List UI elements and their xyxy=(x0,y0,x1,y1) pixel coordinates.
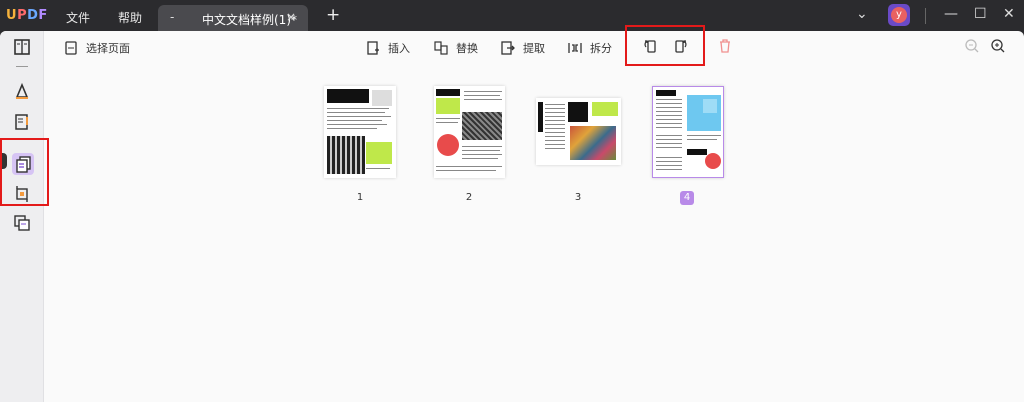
select-pages-label: 选择页面 xyxy=(86,42,130,55)
split-button[interactable]: 拆分 xyxy=(568,39,612,57)
insert-label: 插入 xyxy=(388,42,410,55)
menu-help[interactable]: 帮助 xyxy=(118,9,142,26)
split-label: 拆分 xyxy=(590,42,612,55)
tab-title: 中文文档样例(1)* xyxy=(202,13,297,27)
avatar[interactable]: y xyxy=(888,4,910,26)
minimize-icon[interactable]: — xyxy=(944,6,958,22)
delete-icon[interactable] xyxy=(718,38,732,54)
reader-icon[interactable] xyxy=(13,38,31,56)
page-number-4: 4 xyxy=(680,191,694,205)
main-area xyxy=(0,31,1024,402)
comment-icon[interactable] xyxy=(13,82,31,100)
tab-minimize[interactable]: - xyxy=(170,10,174,24)
select-pages-button[interactable]: 选择页面 xyxy=(64,39,130,57)
insert-icon xyxy=(367,41,379,55)
highlight-box-rotate xyxy=(625,25,705,66)
split-icon xyxy=(568,43,582,53)
select-pages-icon xyxy=(65,41,77,55)
extract-icon xyxy=(501,41,515,55)
menu-file[interactable]: 文件 xyxy=(66,9,90,26)
page-thumbnail-3[interactable] xyxy=(536,98,621,165)
extract-button[interactable]: 提取 xyxy=(501,39,545,57)
updf-logo[interactable]: UPDF xyxy=(6,8,48,23)
page-number-3: 3 xyxy=(574,192,582,203)
replace-label: 替换 xyxy=(456,42,478,55)
maximize-icon[interactable]: ☐ xyxy=(974,6,987,22)
chevron-down-icon[interactable]: ⌄ xyxy=(856,6,868,22)
zoom-out-icon[interactable] xyxy=(964,38,980,54)
app-window: UPDF 文件 帮助 - 中文文档样例(1)* × + ⌄ y — ☐ ✕ 选择… xyxy=(0,0,1024,402)
new-tab-button[interactable]: + xyxy=(326,5,340,25)
document-tab[interactable]: - 中文文档样例(1)* × xyxy=(158,5,308,32)
page-thumbnail-2[interactable] xyxy=(434,86,505,178)
insert-button[interactable]: 插入 xyxy=(366,39,410,57)
sidebar-divider xyxy=(16,66,28,67)
title-divider xyxy=(925,8,926,24)
replace-icon xyxy=(434,41,448,55)
tab-close-icon[interactable]: × xyxy=(286,10,296,24)
page-number-1: 1 xyxy=(356,192,364,203)
convert-icon[interactable] xyxy=(13,214,31,232)
replace-button[interactable]: 替换 xyxy=(434,39,478,57)
page-thumbnail-4[interactable] xyxy=(652,86,724,178)
close-window-icon[interactable]: ✕ xyxy=(1003,6,1015,22)
edit-icon[interactable] xyxy=(13,113,31,131)
title-bar: UPDF 文件 帮助 - 中文文档样例(1)* × + ⌄ y — ☐ ✕ xyxy=(0,0,1024,32)
extract-label: 提取 xyxy=(523,42,545,55)
page-thumbnail-1[interactable] xyxy=(324,86,396,178)
highlight-box-sidebar xyxy=(0,138,49,206)
page-number-2: 2 xyxy=(465,192,473,203)
avatar-initial: y xyxy=(891,7,907,23)
zoom-in-icon[interactable] xyxy=(990,38,1006,54)
